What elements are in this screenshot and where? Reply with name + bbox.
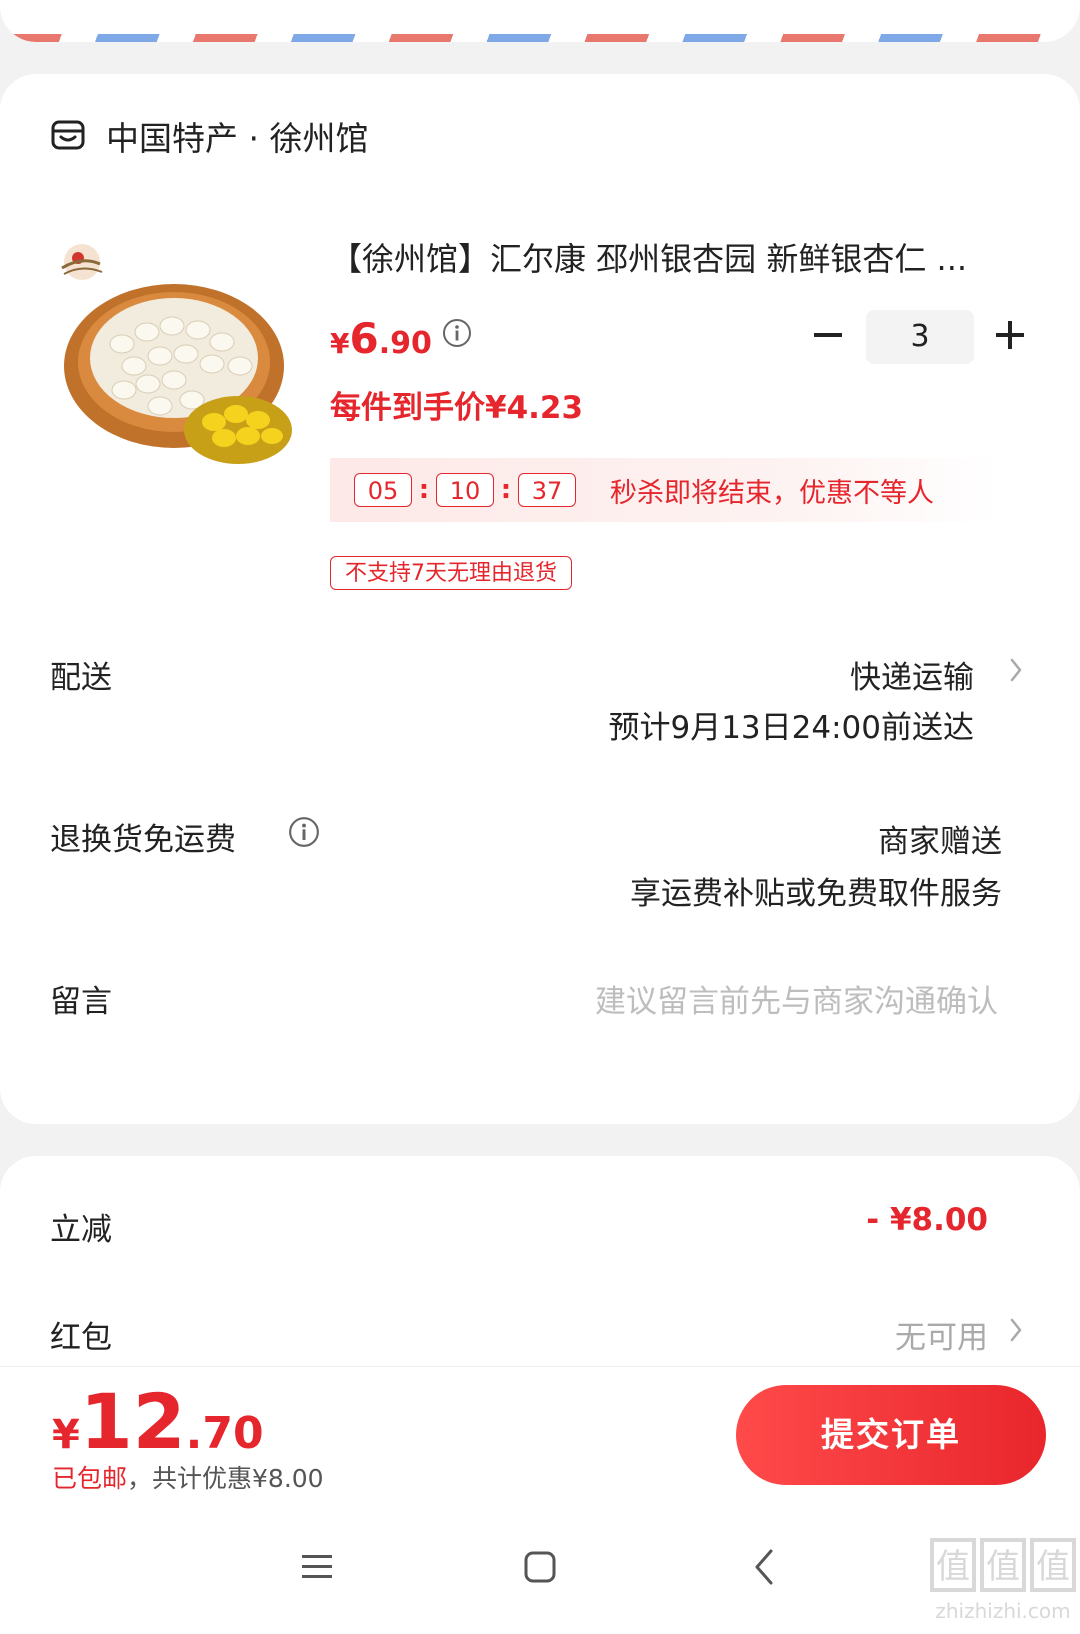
message-label: 留言 xyxy=(50,984,112,1020)
discount-value: - ¥8.00 xyxy=(866,1202,988,1238)
delivery-method[interactable]: 快递运输 xyxy=(850,652,974,697)
shop-icon xyxy=(51,120,85,150)
product-title[interactable]: 【徐州馆】汇尔康 邳州银杏园 新鲜银杏仁 ... xyxy=(330,234,1030,280)
red-packet-value[interactable]: 无可用 xyxy=(895,1312,988,1357)
shop-header[interactable]: 中国特产 · 徐州馆 xyxy=(50,112,368,160)
total-integer: 12 xyxy=(79,1377,186,1466)
countdown-separator: : xyxy=(418,475,430,505)
return-shipping-value: 商家赠送 xyxy=(878,824,1002,860)
watermark-char: 值 xyxy=(986,1547,1020,1587)
back-icon[interactable] xyxy=(740,1542,790,1592)
order-card: 中国特产 · 徐州馆 【徐州馆】汇尔康 邳州银杏园 新鲜银杏仁 ... ¥6.9… xyxy=(0,74,1080,1124)
total-price: ¥12.70 xyxy=(52,1377,264,1466)
product-image[interactable] xyxy=(52,234,302,484)
return-shipping-desc: 享运费补贴或免费取件服务 xyxy=(630,876,1002,912)
home-icon[interactable] xyxy=(515,1542,565,1592)
airmail-header xyxy=(0,0,1080,42)
price-integer: 6 xyxy=(349,314,379,363)
quantity-increase-button[interactable] xyxy=(992,317,1028,353)
countdown-seconds: 37 xyxy=(518,473,576,507)
countdown-separator: : xyxy=(500,475,512,505)
price-decimal: .90 xyxy=(378,326,432,361)
countdown-hours: 05 xyxy=(354,473,412,507)
discount-label: 立减 xyxy=(50,1212,112,1248)
return-shipping-info-icon[interactable] xyxy=(288,816,320,848)
total-decimal: .70 xyxy=(185,1408,264,1459)
total-savings-text: ，共计优惠¥8.00 xyxy=(127,1464,324,1493)
delivery-label: 配送 xyxy=(50,660,112,696)
message-input[interactable]: 建议留言前先与商家沟通确认 xyxy=(595,976,998,1021)
return-policy-tag: 不支持7天无理由退货 xyxy=(330,556,572,590)
total-currency: ¥ xyxy=(52,1412,80,1458)
watermark-logo: 值 值 值 zhizhizhi.com xyxy=(930,1538,1076,1623)
chevron-right-icon[interactable] xyxy=(1006,654,1026,686)
chevron-right-icon[interactable] xyxy=(1006,1314,1026,1346)
price-info-icon[interactable] xyxy=(442,318,472,348)
total-summary: 已包邮，共计优惠¥8.00 xyxy=(52,1459,324,1495)
delivery-eta: 预计9月13日24:00前送达 xyxy=(608,710,974,746)
airmail-stripes xyxy=(0,34,1080,42)
shop-name: 中国特产 · 徐州馆 xyxy=(106,119,369,158)
quantity-field[interactable]: 3 xyxy=(866,310,974,364)
countdown-minutes: 10 xyxy=(436,473,494,507)
menu-icon[interactable] xyxy=(292,1542,342,1592)
submit-order-button[interactable]: 提交订单 xyxy=(736,1385,1046,1485)
watermark-site: zhizhizhi.com xyxy=(935,1599,1070,1623)
product-price: ¥6.90 xyxy=(330,314,432,363)
countdown-text: 秒杀即将结束，优惠不等人 xyxy=(610,477,934,509)
per-item-price: 每件到手价¥4.23 xyxy=(330,390,584,426)
checkout-bar: ¥12.70 已包邮，共计优惠¥8.00 提交订单 xyxy=(0,1366,1080,1505)
flash-sale-countdown: 05 : 10 : 37 秒杀即将结束，优惠不等人 xyxy=(330,458,998,522)
watermark-char: 值 xyxy=(936,1547,970,1587)
watermark-char: 值 xyxy=(1036,1547,1070,1587)
red-packet-label: 红包 xyxy=(50,1320,112,1356)
quantity-decrease-button[interactable] xyxy=(810,317,846,353)
price-currency: ¥ xyxy=(330,327,350,360)
free-shipping-text: 已包邮 xyxy=(52,1464,128,1493)
return-shipping-label: 退换货免运费 xyxy=(50,822,236,858)
system-nav-bar: 值 值 值 zhizhizhi.com xyxy=(0,1504,1080,1634)
